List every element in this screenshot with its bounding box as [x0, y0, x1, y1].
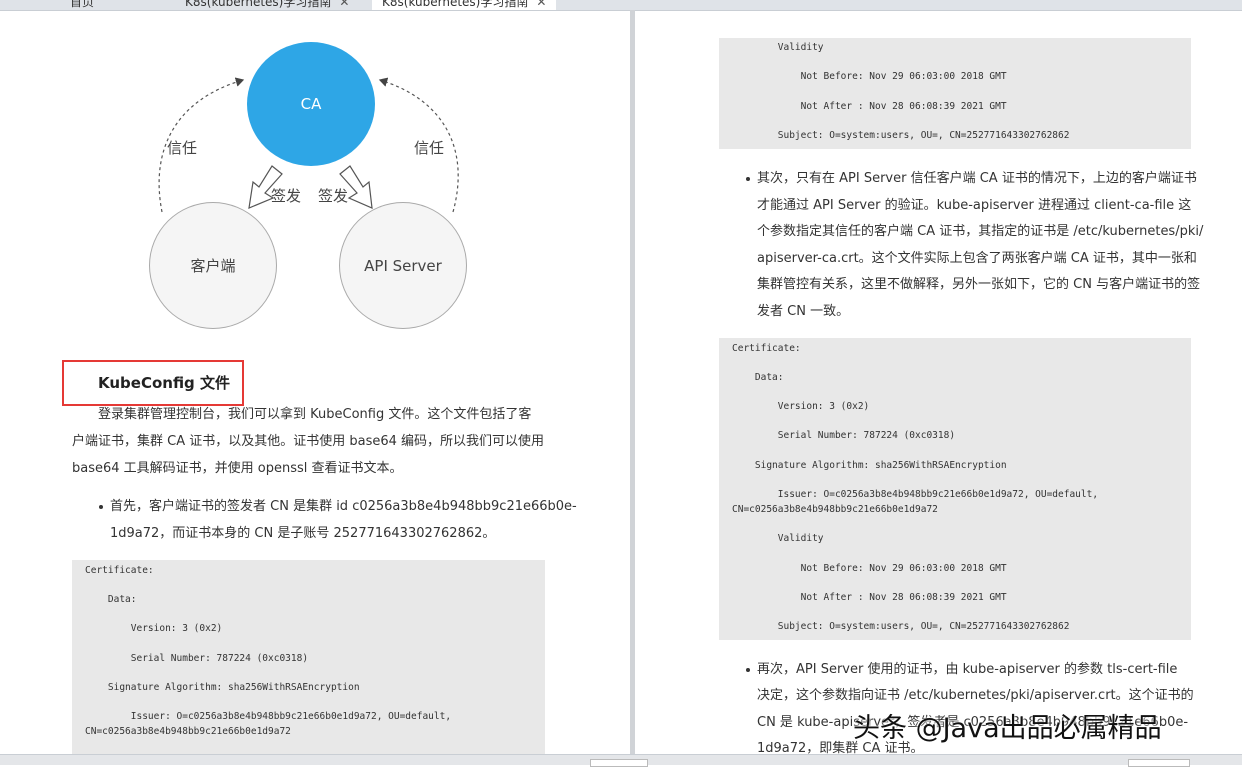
code-line: Data:	[732, 372, 784, 383]
bullet2-line-3: 个参数指定其信任的客户端 CA 证书，其指定的证书是 /etc/kubernet…	[757, 224, 1204, 239]
code-line: Version: 3 (0x2)	[732, 401, 870, 412]
ca-node: CA	[247, 42, 375, 166]
code-line: Subject: O=system:users, OU=, CN=2527716…	[732, 130, 1070, 141]
code-line: Not After : Nov 28 06:08:39 2021 GMT	[732, 592, 1007, 603]
watermark: 头条 @Java出品必属精品	[853, 713, 1162, 744]
code-line: Issuer: O=c0256a3b8e4b948bb9c21e66b0e1d9…	[732, 489, 1099, 500]
code-line: Not Before: Nov 29 06:03:00 2018 GMT	[732, 563, 1007, 574]
bullet2-line-5: 集群管控有关系，这里不做解释，另外一张如下，它的 CN 与客户端证书的签	[757, 277, 1201, 292]
intro-line-3: base64 工具解码证书，并使用 openssl 查看证书文本。	[72, 461, 403, 476]
bullet2-line-1: 其次，只有在 API Server 信任客户端 CA 证书的情况下，上边的客户端…	[757, 171, 1197, 186]
bullet1-line-2: 1d9a72，而证书本身的 CN 是子账号 252771643302762862…	[110, 526, 496, 541]
code-line: Serial Number: 787224 (0xc0318)	[732, 430, 956, 441]
code-line: Validity	[732, 42, 824, 53]
bullet2-line-2: 才能通过 API Server 的验证。kube-apiserver 进程通过 …	[757, 198, 1192, 213]
zoom-control[interactable]	[1128, 759, 1190, 767]
client-label: 客户端	[190, 257, 236, 275]
intro-line-1: 登录集群管理控制台，我们可以拿到 KubeConfig 文件。这个文件包括了客	[98, 407, 532, 422]
code-line: Subject: O=system:users, OU=, CN=2527716…	[732, 621, 1070, 632]
bullet3-line-1: 再次，API Server 使用的证书，由 kube-apiserver 的参数…	[757, 662, 1178, 677]
sign-label-left: 签发	[271, 187, 302, 205]
code-line: Data:	[85, 594, 137, 605]
bullet2-line-4: apiserver-ca.crt。这个文件实际上包含了两张客户端 CA 证书，其…	[757, 251, 1197, 266]
intro-line-2: 户端证书，集群 CA 证书，以及其他。证书使用 base64 编码，所以我们可以…	[72, 434, 545, 449]
code-block-right-top: Validity Not Before: Nov 29 06:03:00 201…	[719, 38, 1191, 149]
code-line: Not After : Nov 28 06:08:39 2021 GMT	[732, 101, 1007, 112]
code-line: Serial Number: 787224 (0xc0318)	[85, 653, 309, 664]
bullet-dot	[746, 668, 750, 672]
code-line: Signature Algorithm: sha256WithRSAEncryp…	[732, 460, 1007, 471]
code-line: Version: 3 (0x2)	[85, 623, 223, 634]
code-block-right-mid: Certificate: Data: Version: 3 (0x2) Seri…	[719, 338, 1191, 640]
apiserver-label: API Server	[364, 256, 442, 275]
code-line: Signature Algorithm: sha256WithRSAEncryp…	[85, 682, 360, 693]
trust-label-right: 信任	[414, 139, 445, 157]
code-block-left: Certificate: Data: Version: 3 (0x2) Seri…	[72, 560, 545, 754]
code-line: CN=c0256a3b8e4b948bb9c21e66b0e1d9a72	[732, 504, 938, 515]
code-line: CN=c0256a3b8e4b948bb9c21e66b0e1d9a72	[85, 726, 291, 737]
bullet3-line-2: 决定，这个参数指向证书 /etc/kubernetes/pki/apiserve…	[757, 688, 1194, 703]
code-line: Issuer: O=c0256a3b8e4b948bb9c21e66b0e1d9…	[85, 711, 452, 722]
client-node: 客户端	[149, 202, 277, 329]
bullet-dot	[99, 505, 103, 509]
code-line: Not Before: Nov 29 06:03:00 2018 GMT	[732, 71, 1007, 82]
apiserver-node: API Server	[339, 202, 467, 329]
code-line: Certificate:	[85, 565, 154, 576]
bullet2-line-6: 发者 CN 一致。	[757, 304, 850, 319]
status-bar	[0, 754, 1242, 767]
bullet1-line-1: 首先，客户端证书的签发者 CN 是集群 id c0256a3b8e4b948bb…	[110, 499, 577, 514]
code-line: Validity	[732, 533, 824, 544]
bullet-dot	[746, 177, 750, 181]
trust-label-left: 信任	[167, 139, 198, 157]
page-indicator[interactable]	[590, 759, 648, 767]
code-line: Certificate:	[732, 343, 801, 354]
sign-label-right: 签发	[318, 187, 349, 205]
page-divider	[630, 10, 635, 754]
ca-label: CA	[300, 95, 322, 113]
section-heading: KubeConfig 文件	[98, 374, 231, 392]
